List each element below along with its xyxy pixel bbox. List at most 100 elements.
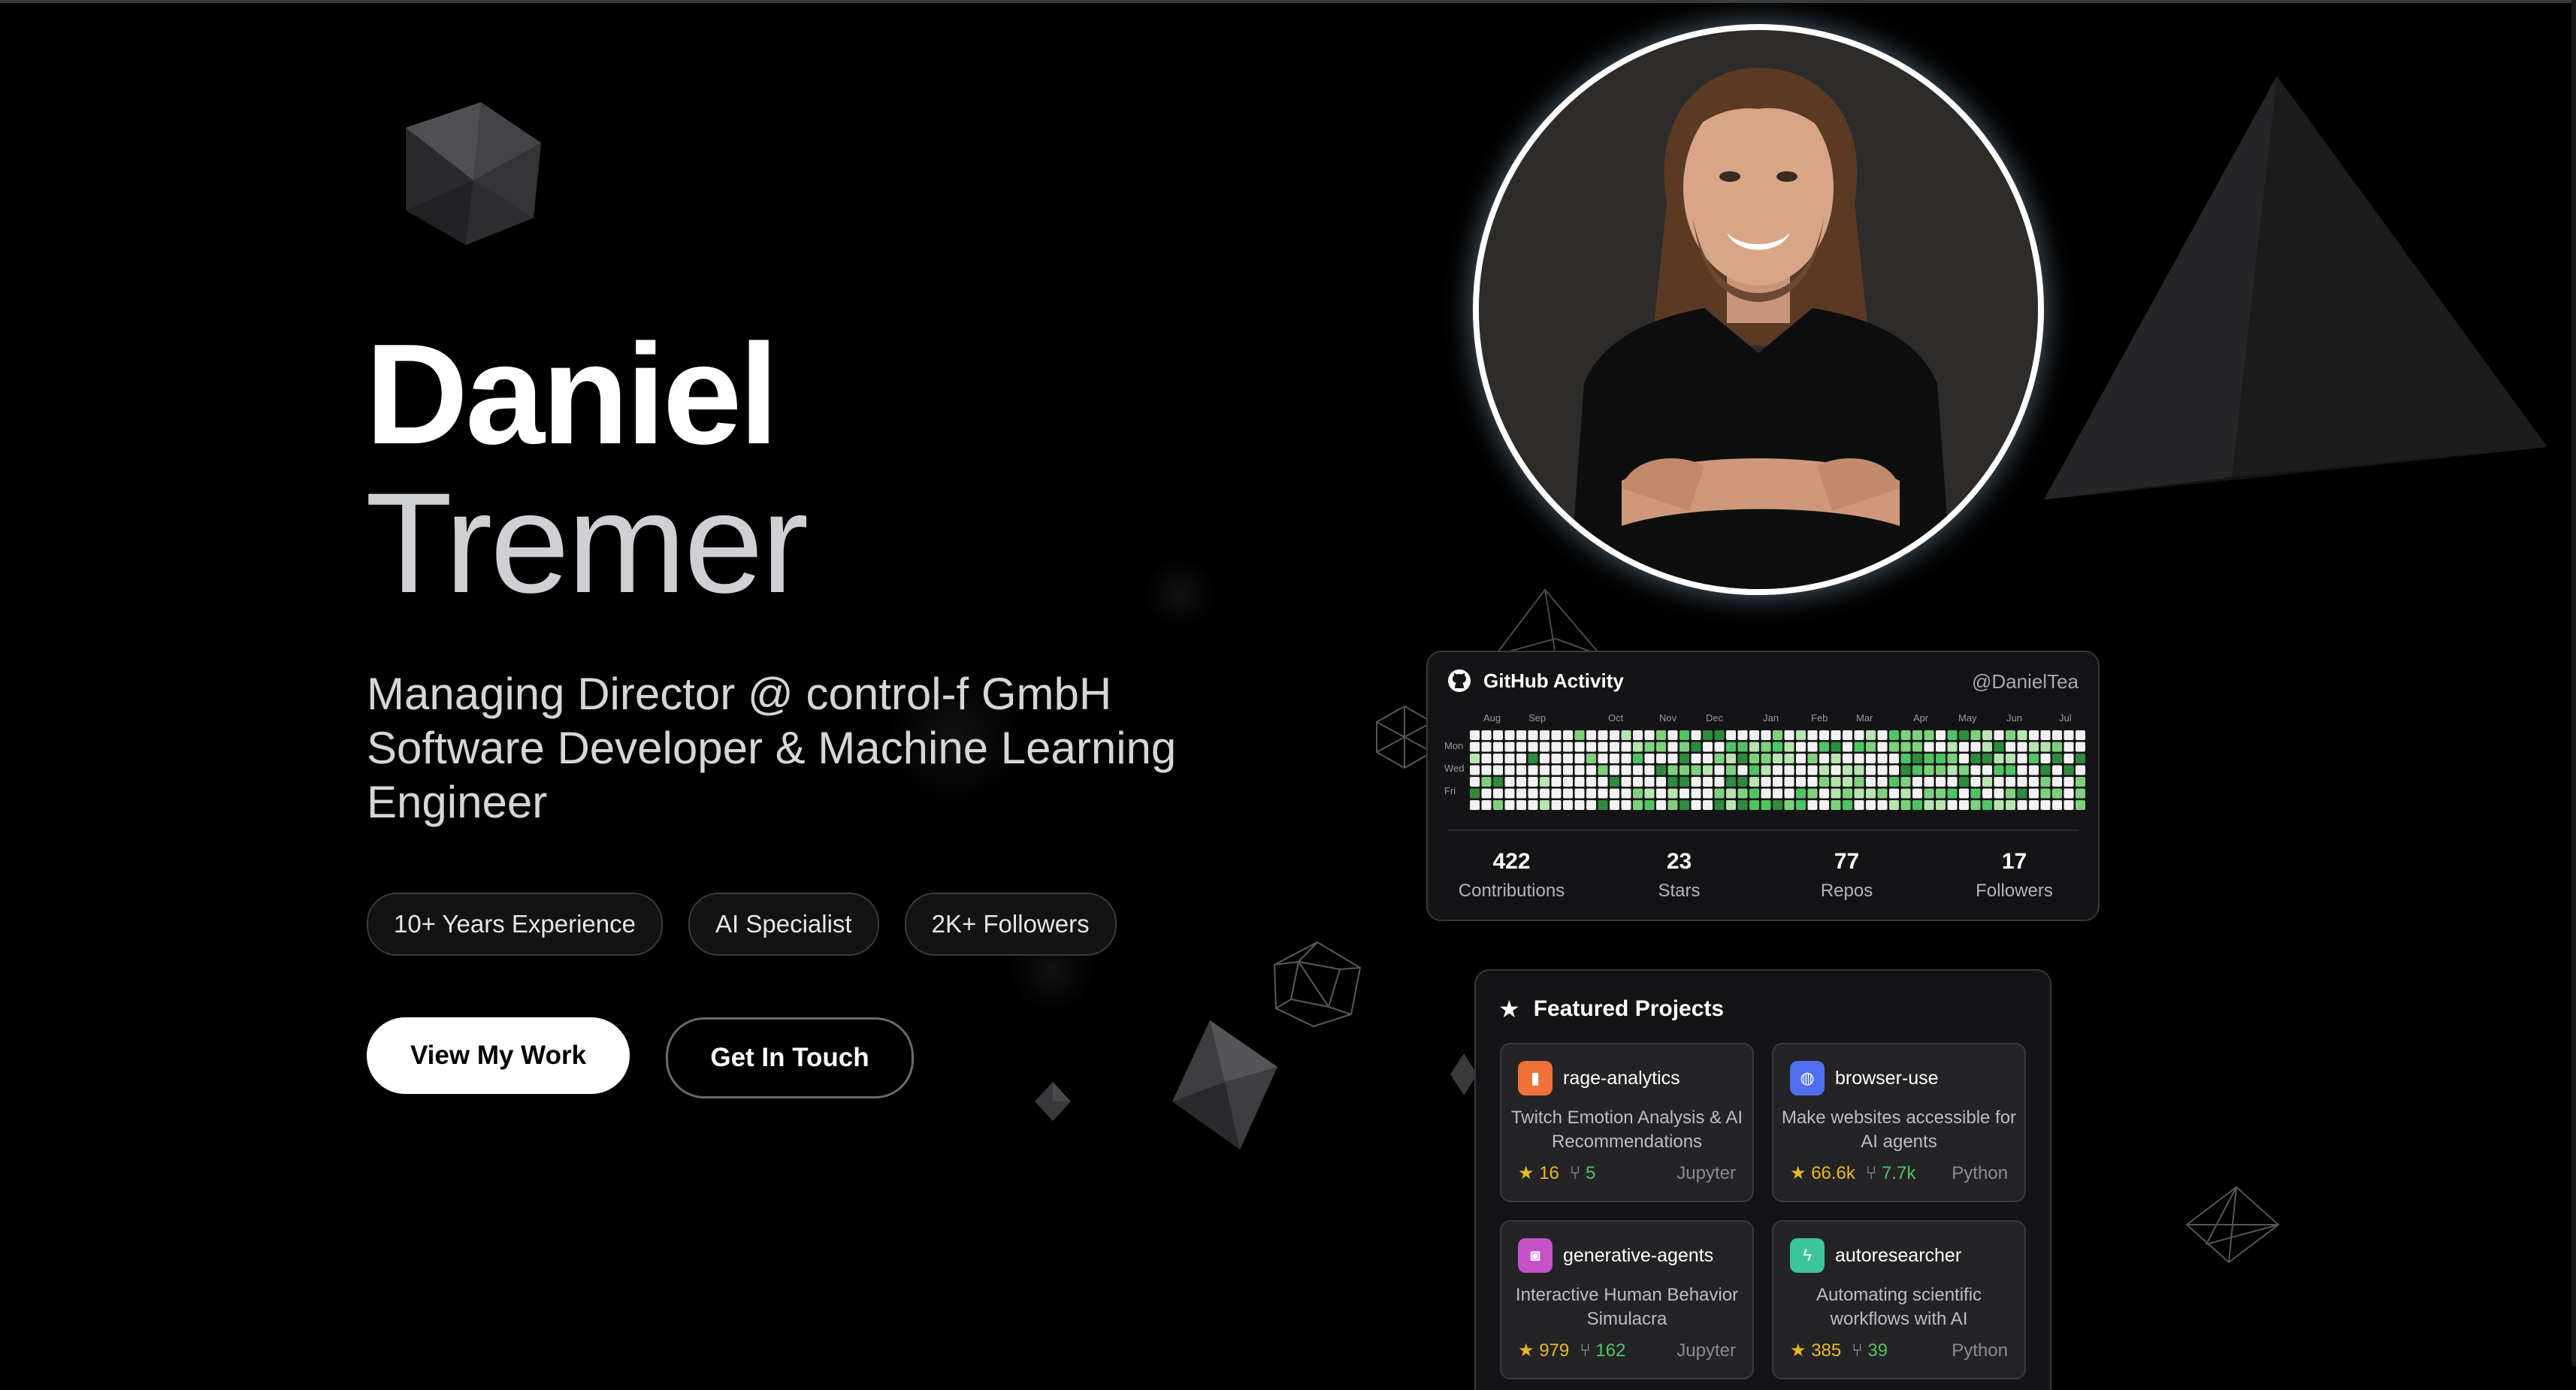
- stat-label: Followers: [1976, 881, 2053, 901]
- contribution-cell: [1959, 777, 1969, 787]
- name-last: Tremer: [365, 464, 809, 623]
- contribution-cell: [1866, 765, 1876, 775]
- project-card-browser-use[interactable]: ◍ browser-use Make websites accessible f…: [1772, 1043, 2026, 1202]
- contribution-cell: [2006, 742, 2015, 752]
- contribution-cell: [2006, 765, 2015, 775]
- subtitle-line-role: Managing Director @ control-f GmbH: [367, 669, 1112, 719]
- contribution-cell: [1621, 777, 1631, 787]
- project-description: Twitch Emotion Analysis & AI Recommendat…: [1510, 1107, 1743, 1152]
- contribution-cell: [1726, 730, 1736, 740]
- contribution-cell: [1819, 730, 1829, 740]
- contribution-cell: [2052, 777, 2062, 787]
- contribution-cell: [1819, 765, 1829, 775]
- contribution-cell: [1598, 788, 1608, 799]
- project-title: ◍ browser-use: [1790, 1061, 1939, 1095]
- project-title: ▮ rage-analytics: [1518, 1061, 1680, 1095]
- contribution-cell: [1667, 730, 1678, 740]
- contribution-cell: [1598, 777, 1608, 787]
- contribution-cell: [1796, 777, 1806, 787]
- contribution-cell: [1726, 777, 1736, 787]
- contribution-cell: [1540, 742, 1550, 752]
- featured-projects-card: ★ Featured Projects ▮ rage-analytics Twi…: [1474, 969, 2051, 1390]
- contribution-cell: [1644, 765, 1655, 775]
- contribution-cell: [1982, 730, 1992, 740]
- contribution-cell: [1470, 765, 1480, 775]
- project-description: Interactive Human Behavior Simulacra: [1515, 1285, 1739, 1329]
- wireframe-octahedron-decoration: [2185, 1186, 2280, 1264]
- contribution-cell: [1912, 754, 1922, 763]
- contribution-cell: [1877, 800, 1888, 810]
- month-label: Sep: [1528, 712, 1547, 724]
- month-label: Jul: [2059, 712, 2072, 724]
- contribution-cell: [1749, 800, 1759, 810]
- project-card-rage-analytics[interactable]: ▮ rage-analytics Twitch Emotion Analysis…: [1500, 1043, 1754, 1202]
- stat-label: Contributions: [1458, 881, 1565, 901]
- contribution-cell: [1866, 777, 1876, 787]
- contribution-cell: [1761, 754, 1771, 763]
- contribution-cell: [1773, 777, 1782, 787]
- contribution-cell: [1761, 777, 1771, 787]
- contribution-cell: [1703, 730, 1713, 740]
- contribution-cell: [1843, 742, 1852, 752]
- get-in-touch-button[interactable]: Get In Touch: [666, 1017, 914, 1098]
- contribution-cell: [1504, 754, 1515, 763]
- contribution-cell: [2052, 742, 2062, 752]
- contribution-cell: [2052, 765, 2062, 775]
- contribution-cell: [1610, 800, 1619, 810]
- contribution-cell: [1551, 765, 1562, 775]
- contribution-cell: [1540, 788, 1550, 799]
- contribution-cell: [1912, 800, 1922, 810]
- contribution-cell: [1994, 742, 2004, 752]
- contribution-cell: [1574, 800, 1585, 810]
- contribution-cell: [1680, 754, 1689, 763]
- contribution-cell: [2076, 800, 2085, 810]
- project-name: rage-analytics: [1563, 1067, 1680, 1089]
- contribution-cell: [1714, 754, 1725, 763]
- project-stars: ★ 385: [1790, 1340, 1842, 1361]
- contribution-cell: [1598, 765, 1608, 775]
- github-username-link[interactable]: @DanielTea: [1972, 670, 2079, 693]
- contribution-cell: [1737, 754, 1748, 763]
- view-my-work-button[interactable]: View My Work: [367, 1017, 630, 1094]
- contribution-cell: [1843, 730, 1852, 740]
- contribution-cell: [1877, 777, 1888, 787]
- contribution-cell: [2076, 742, 2085, 752]
- contribution-cell: [1889, 788, 1899, 799]
- contribution-cell: [1726, 800, 1736, 810]
- project-card-autoresearcher[interactable]: ϟ autoresearcher Automating scientific w…: [1772, 1220, 2026, 1379]
- contribution-cell: [1540, 730, 1550, 740]
- project-card-generative-agents[interactable]: ◙ generative-agents Interactive Human Be…: [1500, 1220, 1754, 1379]
- project-meta: ★ 385 ⑂ 39 Python: [1790, 1340, 2008, 1361]
- project-forks: ⑂ 162: [1580, 1340, 1626, 1361]
- contribution-cell: [2064, 788, 2074, 799]
- cube-decoration: [1172, 1020, 1277, 1150]
- contribution-cell: [1749, 765, 1759, 775]
- contribution-cell: [2076, 730, 2085, 740]
- contribution-cell: [1900, 765, 1911, 775]
- contribution-cell: [1900, 730, 1911, 740]
- hero-actions: View My Work Get In Touch: [367, 1017, 914, 1098]
- contribution-cell: [1481, 742, 1492, 752]
- subtitle-line-profession: Software Developer & Machine Learning En…: [367, 723, 1177, 827]
- contribution-cell: [1900, 742, 1911, 752]
- contribution-cell: [1784, 777, 1794, 787]
- month-label: Jun: [2006, 712, 2022, 724]
- contribution-cell: [1912, 788, 1922, 799]
- contribution-cell: [1516, 777, 1526, 787]
- github-activity-card: GitHub Activity @DanielTea Aug Sep Oct N…: [1426, 651, 2100, 921]
- contribution-cell: [1843, 800, 1852, 810]
- contribution-cell: [1807, 800, 1818, 810]
- contribution-cell: [1470, 788, 1480, 799]
- contribution-cell: [1667, 742, 1678, 752]
- contribution-cell: [2052, 800, 2062, 810]
- contribution-cell: [1889, 730, 1899, 740]
- contribution-cell: [2064, 730, 2074, 740]
- contribution-cell: [2040, 754, 2051, 763]
- page-scrollbar[interactable]: [2571, 0, 2576, 1366]
- project-language: Jupyter: [1677, 1340, 1736, 1361]
- contribution-cell: [1854, 742, 1864, 752]
- contribution-cell: [1819, 788, 1829, 799]
- featured-projects-header: ★ Featured Projects: [1498, 996, 1724, 1022]
- contribution-cell: [1621, 788, 1631, 799]
- contribution-cell: [1528, 742, 1538, 752]
